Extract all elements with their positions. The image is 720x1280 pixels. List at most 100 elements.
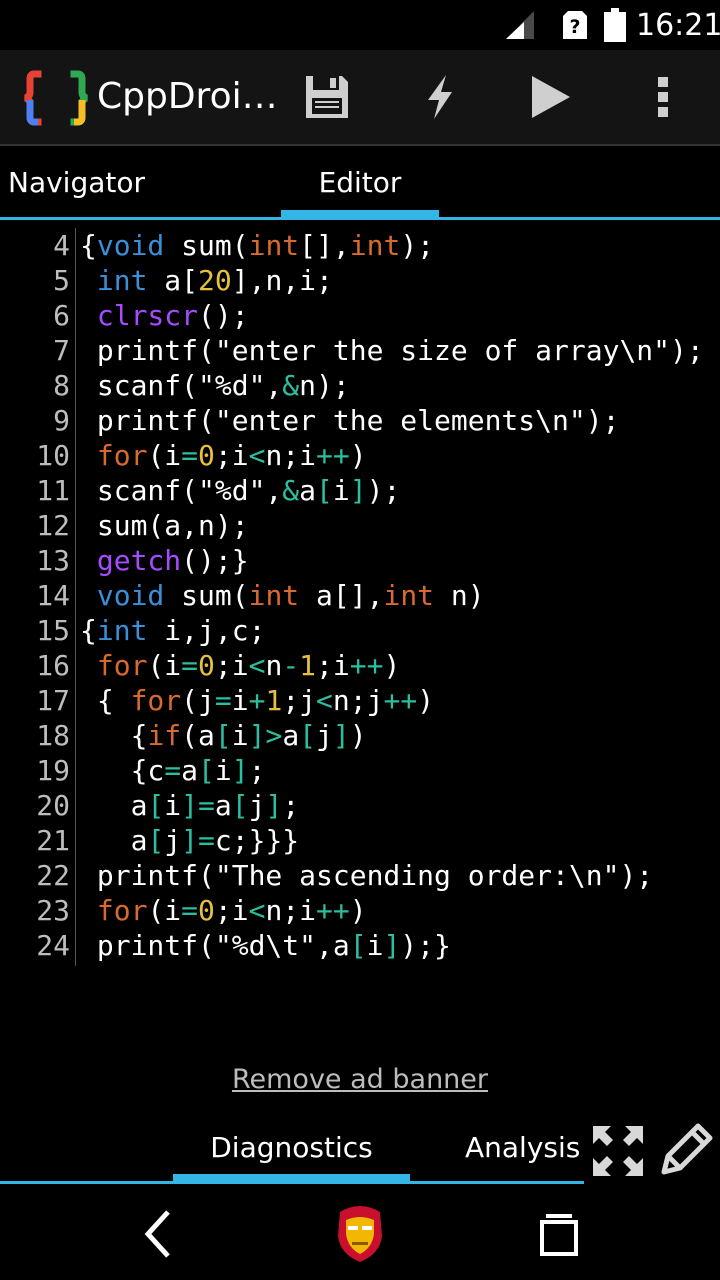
code-line[interactable]: 9 printf("enter the elements\n");	[0, 403, 720, 438]
run-button[interactable]	[510, 50, 590, 144]
line-number: 18	[36, 719, 70, 752]
code-line[interactable]: 18 {if(a[i]>a[j])	[0, 718, 720, 753]
code-token: void	[96, 229, 165, 262]
code-text: for(i=0;i<n;i++)	[80, 438, 367, 473]
line-number: 23	[36, 894, 70, 927]
code-token: i	[231, 719, 249, 752]
cppdroid-logo[interactable]	[22, 68, 90, 128]
code-token: ();}	[181, 544, 249, 577]
code-token: ]	[265, 789, 283, 822]
code-text: printf("enter the size of array\n");	[80, 333, 704, 368]
back-icon[interactable]	[128, 1206, 188, 1262]
code-token: ++	[316, 439, 350, 472]
code-token: [	[198, 754, 215, 787]
code-text: printf("enter the elements\n");	[80, 403, 620, 438]
line-number: 19	[36, 754, 70, 787]
recents-icon[interactable]	[532, 1208, 588, 1264]
code-line[interactable]: 23 for(i=0;i<n;i++)	[0, 893, 720, 928]
code-token: a	[214, 789, 232, 822]
code-line[interactable]: 19 {c=a[i];	[0, 753, 720, 788]
line-number: 13	[36, 544, 70, 577]
code-token: ]	[349, 474, 367, 507]
save-button[interactable]	[287, 50, 367, 144]
tab-analysis[interactable]: Analysis	[465, 1131, 580, 1164]
code-token: (j	[181, 684, 215, 717]
code-token: for	[96, 439, 148, 472]
code-text: int a[20],n,i;	[80, 263, 333, 298]
code-token: n;i	[265, 894, 317, 927]
save-icon	[306, 76, 348, 118]
code-token: -	[282, 649, 300, 682]
code-token: ;i	[214, 894, 249, 927]
code-token: sum(	[164, 579, 249, 612]
home-icon[interactable]	[332, 1200, 388, 1264]
code-token: for	[96, 894, 148, 927]
code-line[interactable]: 15 {int i,j,c;	[0, 613, 720, 648]
code-line[interactable]: 8 scanf("%d",&n);	[0, 368, 720, 403]
code-token: a	[80, 789, 148, 822]
code-text: clrscr();	[80, 298, 249, 333]
code-line[interactable]: 11 scanf("%d",&a[i]);	[0, 473, 720, 508]
code-token: ;j	[282, 684, 317, 717]
code-line[interactable]: 10 for(i=0;i<n;i++)	[0, 438, 720, 473]
code-token: n	[265, 649, 283, 682]
code-token: a	[282, 719, 300, 752]
code-line[interactable]: 22 printf("The ascending order:\n");	[0, 858, 720, 893]
code-token: <	[248, 439, 266, 472]
expand-icon[interactable]	[591, 1124, 645, 1178]
code-line[interactable]: 4 {void sum(int[],int);	[0, 228, 720, 263]
line-number: 20	[36, 789, 70, 822]
code-token: {c	[80, 754, 165, 787]
build-button[interactable]	[400, 50, 480, 144]
code-line[interactable]: 5 int a[20],n,i;	[0, 263, 720, 298]
code-line[interactable]: 14 void sum(int a[],int n)	[0, 578, 720, 613]
code-token: a	[80, 824, 148, 857]
system-nav-bar	[0, 1186, 720, 1280]
remove-ad-banner-link[interactable]: Remove ad banner	[0, 1064, 720, 1095]
code-token: i	[366, 929, 384, 962]
code-text: for(i=0;i<n;i++)	[80, 893, 367, 928]
code-token: (i	[147, 649, 182, 682]
code-line[interactable]: 6 clrscr();	[0, 298, 720, 333]
bottom-tabs-underline	[0, 1181, 584, 1184]
tab-navigator[interactable]: Navigator	[8, 166, 145, 199]
code-line[interactable]: 13 getch();}	[0, 543, 720, 578]
code-line[interactable]: 24 printf("%d\t",a[i]);}	[0, 928, 720, 963]
code-token: int	[248, 229, 300, 262]
code-token: (a	[181, 719, 215, 752]
code-token: int	[248, 579, 300, 612]
tab-editor[interactable]: Editor	[281, 146, 439, 220]
code-token: 1	[265, 684, 283, 717]
code-token: )	[349, 719, 367, 752]
code-line[interactable]: 17 { for(j=i+1;j<n;j++)	[0, 683, 720, 718]
code-token: {	[80, 229, 97, 262]
code-token: i	[231, 684, 249, 717]
code-token: )	[349, 894, 367, 927]
code-token: j	[316, 719, 333, 752]
code-token: if	[147, 719, 182, 752]
code-line[interactable]: 21 a[j]=c;}}}	[0, 823, 720, 858]
code-token: c;}}}	[214, 824, 300, 857]
code-line[interactable]: 12 sum(a,n);	[0, 508, 720, 543]
code-token: 0	[198, 649, 215, 682]
code-line[interactable]: 7 printf("enter the size of array\n");	[0, 333, 720, 368]
tab-diagnostics[interactable]: Diagnostics	[173, 1112, 410, 1184]
code-text: a[j]=c;}}}	[80, 823, 300, 858]
status-clock: 16:21	[636, 8, 720, 43]
tab-diagnostics-label: Diagnostics	[210, 1131, 373, 1164]
line-number: 12	[36, 509, 70, 542]
code-line[interactable]: 16 for(i=0;i<n-1;i++)	[0, 648, 720, 683]
code-token: <	[316, 684, 333, 717]
code-token: scanf("%d",	[80, 369, 283, 402]
code-line[interactable]: 20 a[i]=a[j];	[0, 788, 720, 823]
code-token: j	[248, 789, 266, 822]
edit-icon[interactable]	[658, 1120, 716, 1178]
code-editor[interactable]: 4 {void sum(int[],int); 5 int a[20],n,i; 6 …	[0, 228, 720, 968]
code-token: [	[231, 789, 249, 822]
code-token: [],	[299, 229, 350, 262]
line-number: 7	[53, 334, 70, 367]
overflow-menu-button[interactable]	[623, 50, 703, 144]
code-token: ;	[282, 789, 300, 822]
